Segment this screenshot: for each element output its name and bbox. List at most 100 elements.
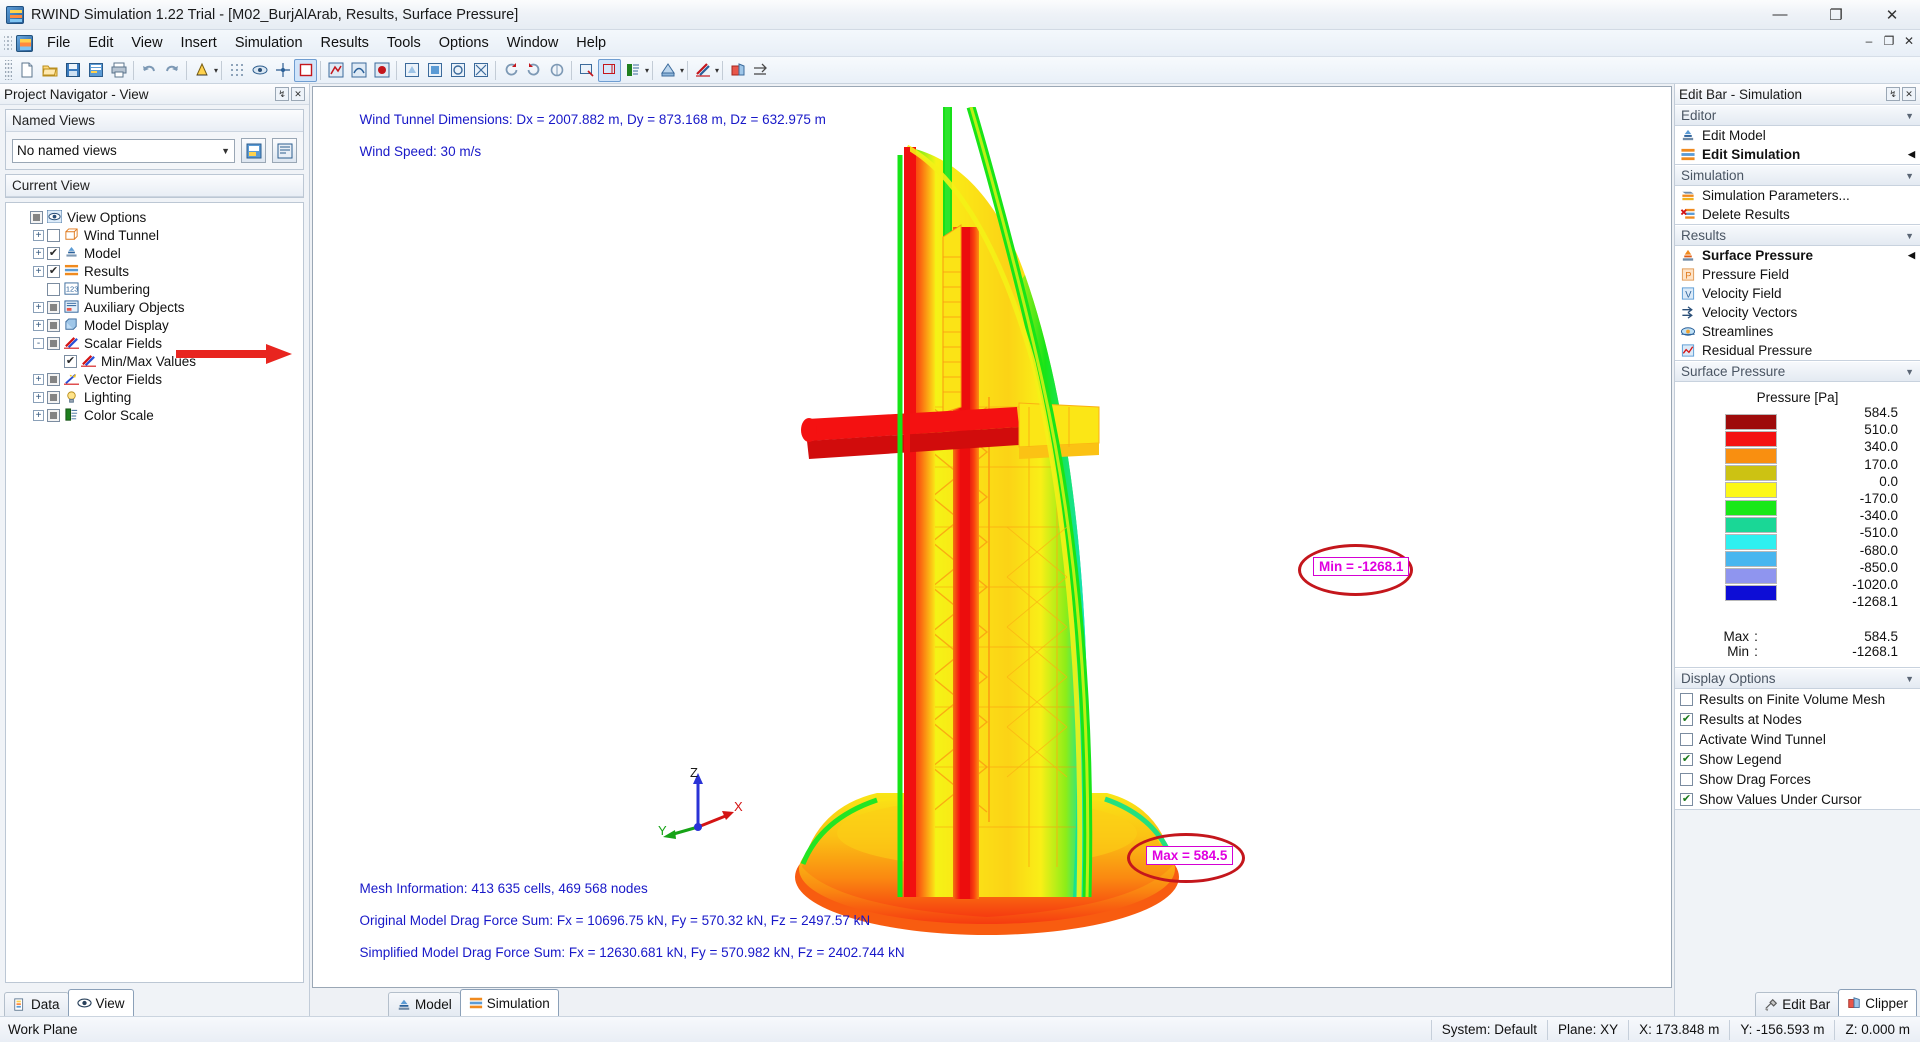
item-pressure-field[interactable]: P Pressure Field bbox=[1675, 265, 1920, 284]
tree-checkbox[interactable] bbox=[47, 228, 60, 242]
mdi-close-button[interactable]: ✕ bbox=[1902, 34, 1916, 48]
tree-checkbox[interactable] bbox=[47, 390, 60, 404]
tree-item-color-scale[interactable]: + Color Scale bbox=[8, 406, 301, 424]
menu-edit[interactable]: Edit bbox=[79, 31, 122, 55]
undo-icon[interactable] bbox=[137, 59, 160, 82]
option-results-on-finite-volume-mesh[interactable]: Results on Finite Volume Mesh bbox=[1675, 689, 1920, 709]
expand-icon[interactable]: + bbox=[33, 265, 44, 277]
menu-help[interactable]: Help bbox=[567, 31, 615, 55]
tree-item-vector-fields[interactable]: + Vector Fields bbox=[8, 370, 301, 388]
clipper-icon[interactable] bbox=[726, 59, 749, 82]
tree-checkbox[interactable] bbox=[47, 336, 60, 350]
display-props-icon[interactable] bbox=[656, 59, 679, 82]
zoom-all-icon[interactable] bbox=[598, 58, 622, 82]
section-header-display-options[interactable]: Display Options ▼ bbox=[1675, 668, 1920, 690]
result-2-icon[interactable] bbox=[347, 59, 370, 82]
rotate-left-icon[interactable] bbox=[499, 59, 522, 82]
option-checkbox[interactable] bbox=[1680, 792, 1693, 806]
tree-item-lighting[interactable]: + Lighting bbox=[8, 388, 301, 406]
expand-icon[interactable]: + bbox=[33, 301, 44, 313]
measure-icon[interactable] bbox=[749, 59, 772, 82]
menu-file[interactable]: File bbox=[38, 31, 79, 55]
option-checkbox[interactable] bbox=[1680, 772, 1693, 786]
pin-icon[interactable]: ↯ bbox=[1886, 87, 1900, 101]
tab-view[interactable]: View bbox=[67, 989, 134, 1016]
tree-checkbox[interactable] bbox=[47, 264, 60, 278]
item-simulation-parameters[interactable]: Simulation Parameters... bbox=[1675, 186, 1920, 205]
view-back-icon[interactable] bbox=[423, 59, 446, 82]
expand-icon[interactable]: + bbox=[33, 247, 44, 259]
tree-item-wind-tunnel[interactable]: + Wind Tunnel bbox=[8, 226, 301, 244]
rotate-right-icon[interactable] bbox=[522, 59, 545, 82]
color-scale-dropdown-caret[interactable]: ▾ bbox=[645, 66, 649, 75]
minimize-button[interactable]: — bbox=[1752, 0, 1808, 30]
fvm-mesh-icon[interactable] bbox=[248, 59, 271, 82]
item-edit-simulation[interactable]: Edit Simulation ◀ bbox=[1675, 145, 1920, 164]
menu-options[interactable]: Options bbox=[430, 31, 498, 55]
menu-tools[interactable]: Tools bbox=[378, 31, 430, 55]
close-icon[interactable]: ✕ bbox=[291, 87, 305, 101]
tree-checkbox[interactable] bbox=[47, 372, 60, 386]
selection-box-icon[interactable] bbox=[294, 58, 318, 82]
tab-clipper[interactable]: Clipper bbox=[1838, 989, 1917, 1016]
menu-insert[interactable]: Insert bbox=[172, 31, 226, 55]
tab-data[interactable]: Data bbox=[4, 992, 69, 1016]
close-icon[interactable]: ✕ bbox=[1902, 87, 1916, 101]
item-velocity-field[interactable]: V Velocity Field bbox=[1675, 284, 1920, 303]
mesh-points-icon[interactable] bbox=[271, 59, 294, 82]
save-report-icon[interactable] bbox=[84, 59, 107, 82]
3d-viewport[interactable]: Wind Tunnel Dimensions: Dx = 2007.882 m,… bbox=[312, 86, 1672, 988]
manage-views-button[interactable] bbox=[272, 138, 297, 163]
view-options-tree[interactable]: View Options+Wind Tunnel+Model+Results12… bbox=[5, 202, 304, 983]
menu-view[interactable]: View bbox=[122, 31, 171, 55]
named-views-select[interactable]: No named views ▼ bbox=[12, 138, 235, 163]
tree-checkbox[interactable] bbox=[47, 246, 60, 260]
option-checkbox[interactable] bbox=[1680, 692, 1693, 706]
section-header-simulation[interactable]: Simulation ▼ bbox=[1675, 165, 1920, 186]
tree-item-model-display[interactable]: + Model Display bbox=[8, 316, 301, 334]
render-mode-dropdown-caret[interactable]: ▾ bbox=[214, 66, 218, 75]
result-1-icon[interactable] bbox=[324, 59, 347, 82]
save-disk-icon[interactable] bbox=[61, 59, 84, 82]
item-residual-pressure[interactable]: Residual Pressure bbox=[1675, 341, 1920, 360]
menu-results[interactable]: Results bbox=[312, 31, 378, 55]
collapse-icon[interactable]: - bbox=[33, 337, 44, 349]
tree-checkbox[interactable] bbox=[47, 300, 60, 314]
menu-grip-handle[interactable] bbox=[4, 34, 12, 52]
option-show-values-under-cursor[interactable]: Show Values Under Cursor bbox=[1675, 789, 1920, 809]
item-delete-results[interactable]: Delete Results bbox=[1675, 205, 1920, 224]
expand-icon[interactable]: + bbox=[33, 373, 44, 385]
pin-icon[interactable]: ↯ bbox=[275, 87, 289, 101]
menu-simulation[interactable]: Simulation bbox=[226, 31, 312, 55]
save-view-button[interactable] bbox=[241, 138, 266, 163]
tree-item-auxiliary-objects[interactable]: + Auxiliary Objects bbox=[8, 298, 301, 316]
tab-edit-bar[interactable]: Edit Bar bbox=[1755, 992, 1840, 1016]
maximize-button[interactable]: ❐ bbox=[1808, 0, 1864, 30]
rotate-free-icon[interactable] bbox=[545, 59, 568, 82]
tree-item-numbering[interactable]: 123 Numbering bbox=[8, 280, 301, 298]
tree-item-view-options[interactable]: View Options bbox=[8, 208, 301, 226]
display-props-dropdown-caret[interactable]: ▾ bbox=[680, 66, 684, 75]
option-activate-wind-tunnel[interactable]: Activate Wind Tunnel bbox=[1675, 729, 1920, 749]
option-checkbox[interactable] bbox=[1680, 752, 1693, 766]
item-surface-pressure[interactable]: Surface Pressure ◀ bbox=[1675, 246, 1920, 265]
option-results-at-nodes[interactable]: Results at Nodes bbox=[1675, 709, 1920, 729]
tree-item-results[interactable]: + Results bbox=[8, 262, 301, 280]
expand-icon[interactable]: + bbox=[33, 409, 44, 421]
close-button[interactable]: ✕ bbox=[1864, 0, 1920, 30]
mdi-minimize-button[interactable]: – bbox=[1862, 34, 1876, 48]
mesh-dots-icon[interactable] bbox=[225, 59, 248, 82]
zoom-window-icon[interactable] bbox=[575, 59, 598, 82]
redo-icon[interactable] bbox=[160, 59, 183, 82]
tab-simulation[interactable]: Simulation bbox=[459, 989, 559, 1016]
result-3-icon[interactable] bbox=[370, 59, 393, 82]
option-show-legend[interactable]: Show Legend bbox=[1675, 749, 1920, 769]
scalar-fields-dropdown-caret[interactable]: ▾ bbox=[715, 66, 719, 75]
print-icon[interactable] bbox=[107, 59, 130, 82]
tab-model[interactable]: Model bbox=[388, 992, 461, 1016]
color-scale-icon[interactable] bbox=[621, 59, 644, 82]
view-top-icon[interactable] bbox=[446, 59, 469, 82]
render-mode-icon[interactable] bbox=[190, 59, 213, 82]
tree-checkbox[interactable] bbox=[64, 354, 77, 368]
view-front-icon[interactable] bbox=[400, 59, 423, 82]
